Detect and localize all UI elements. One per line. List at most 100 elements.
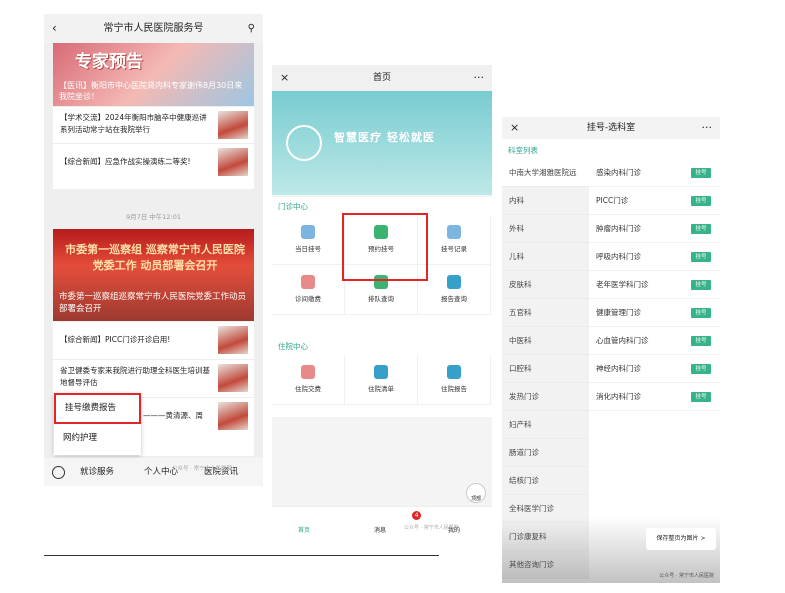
menu-item-online-nursing[interactable]: 网约护理 [63,431,97,443]
close-icon[interactable]: × [510,117,519,139]
tab-home[interactable]: 首页 [298,525,310,534]
list-item-text: 【学术交流】2024年衡阳市脑卒中健康巡讲系列活动常宁站在我院举行 [60,113,207,134]
inpatient-section: 住院中心 住院交费 住院清单 住院报告 [272,337,492,417]
department-item[interactable]: 口腔科 [502,355,589,383]
more-icon[interactable]: ··· [474,65,485,91]
tab-messages[interactable]: 消息 [374,525,386,534]
register-tag[interactable]: 挂号 [691,308,711,318]
save-as-image-button[interactable]: 保存整页为图片 > [646,528,716,550]
clinic-item[interactable]: 神经内科门诊 挂号 [589,355,720,383]
clinic-name: 健康管理门诊 [596,308,641,317]
register-tag[interactable]: 挂号 [691,336,711,346]
clinic-name: 老年医学科门诊 [596,280,649,289]
button-label: 住院交费 [295,385,321,393]
user-icon[interactable]: ⚲ [248,14,255,43]
submenu-popup: 挂号缴费报告 网约护理 [54,393,141,455]
clinic-name: 感染内科门诊 [596,168,641,177]
heart-icon [286,125,322,161]
department-item[interactable]: 发热门诊 [502,383,589,411]
list-item-text: 【综合新闻】应急作战实操演练二等奖! [60,157,191,166]
clinic-name: 肿瘤内科门诊 [596,224,641,233]
department-item[interactable]: 外科 [502,215,589,243]
menu-service[interactable]: 就诊服务 [80,458,114,486]
record-icon [447,225,461,239]
banner-headline: 市委第一巡察组 巡察常宁市人民医院党委工作 动员部署会召开 [65,243,245,272]
department-item[interactable]: 中医科 [502,327,589,355]
department-item[interactable]: 结核门诊 [502,467,589,495]
watermark: 公众号 · 常宁市人民医院 [172,466,233,472]
highlight-box [342,213,428,281]
menu-item-registration-payment-report[interactable]: 挂号缴费报告 [54,393,141,424]
banner-title: 专家预告 [75,52,143,72]
department-item[interactable]: 内科 [502,187,589,215]
panel-select-department: × 挂号-选科室 ··· 科室列表 中南大学湘雅医院远 内科 外科 儿科 皮肤科 五官科中… [502,117,720,583]
back-to-top-button[interactable]: 顶部 [466,483,486,503]
message-badge: 4 [412,511,421,520]
thumbnail [218,402,248,430]
clinic-item[interactable]: 肿瘤内科门诊 挂号 [589,215,720,243]
department-item[interactable]: 肠道门诊 [502,439,589,467]
clinic-item[interactable]: PICC门诊 挂号 [589,187,720,215]
divider-line [44,555,439,556]
watermark: 公众号 · 常宁市人民医院 [404,525,459,531]
register-record-button[interactable]: 挂号记录 [418,215,491,265]
bottom-menu: 就诊服务 个人中心 医院资讯 公众号 · 常宁市人民医院 [44,458,263,486]
page-title: 挂号-选科室 [586,123,636,133]
clinic-item[interactable]: 心血管内科门诊 挂号 [589,327,720,355]
banner-image[interactable]: 市委第一巡察组 巡察常宁市人民医院党委工作 动员部署会召开 市委第一巡察组巡察常… [53,229,254,321]
register-tag[interactable]: 挂号 [691,280,711,290]
button-label: 住院清单 [368,385,394,393]
department-item[interactable]: 皮肤科 [502,271,589,299]
inpatient-pay-button[interactable]: 住院交费 [272,355,345,405]
clinic-item[interactable]: 老年医学科门诊 挂号 [589,271,720,299]
register-tag[interactable]: 挂号 [691,392,711,402]
thumbnail [218,148,248,176]
more-icon[interactable]: ··· [702,117,713,139]
department-item[interactable]: 儿科 [502,243,589,271]
list-item-text: ———黄清源、周 [143,411,203,420]
tab-bar: 首页 消息 4 我的 公众号 · 常宁市人民医院 [272,506,492,536]
inpatient-report-button[interactable]: 住院报告 [418,355,491,405]
list-item-text: 省卫健委专家来我院进行助理全科医生培训基地督导评估 [60,366,210,387]
button-label: 诊间缴费 [295,295,321,303]
clinic-name: 消化内科门诊 [596,392,641,401]
register-tag[interactable]: 挂号 [691,224,711,234]
list-item-text: 【综合新闻】PICC门诊开诊启用! [60,335,171,344]
close-icon[interactable]: × [280,65,289,91]
department-item[interactable]: 妇产科 [502,411,589,439]
nav-bar: × 首页 ··· [272,65,492,91]
banner-caption: 【医讯】衡阳市中心医院肾内科专家谢伟8月30日来我院坐诊！ [59,81,243,101]
register-tag[interactable]: 挂号 [691,196,711,206]
register-tag[interactable]: 挂号 [691,364,711,374]
page-title: 常宁市人民医院服务号 [103,23,204,34]
section-title: 科室列表 [508,146,538,155]
button-label: 住院报告 [441,385,467,393]
keyboard-icon[interactable] [52,466,65,479]
inpatient-grid: 住院交费 住院清单 住院报告 [272,355,492,405]
clinic-item[interactable]: 感染内科门诊 挂号 [589,159,720,187]
home-icon [301,365,315,379]
clinic-payment-button[interactable]: 诊间缴费 [272,265,345,315]
list-item[interactable]: 【学术交流】2024年衡阳市脑卒中健康巡讲系列活动常宁站在我院举行 [53,106,254,142]
clinic-name: 心血管内科门诊 [596,336,649,345]
department-item[interactable]: 中南大学湘雅医院远 [502,159,589,187]
today-register-button[interactable]: 当日挂号 [272,215,345,265]
button-label: 当日挂号 [295,245,321,253]
panel-service-account: ‹ 常宁市人民医院服务号 ⚲ 专家预告 【医讯】衡阳市中心医院肾内科专家谢伟8月… [44,14,263,486]
clinic-item[interactable]: 呼吸内科门诊 挂号 [589,243,720,271]
register-tag[interactable]: 挂号 [691,168,711,178]
nav-bar: ‹ 常宁市人民医院服务号 ⚲ [44,14,263,43]
list-item[interactable]: 【综合新闻】应急作战实操演练二等奖! [53,143,254,179]
register-tag[interactable]: 挂号 [691,252,711,262]
department-item[interactable]: 五官科 [502,299,589,327]
inpatient-list-button[interactable]: 住院清单 [345,355,418,405]
report-query-button[interactable]: 报告查询 [418,265,491,315]
back-icon[interactable]: ‹ [52,14,57,43]
wallet-icon [301,275,315,289]
clinic-item[interactable]: 消化内科门诊 挂号 [589,383,720,411]
list-item[interactable]: 【综合新闻】PICC门诊开诊启用! [53,321,254,357]
banner-image[interactable]: 专家预告 【医讯】衡阳市中心医院肾内科专家谢伟8月30日来我院坐诊！ [53,43,254,106]
clinic-item[interactable]: 健康管理门诊 挂号 [589,299,720,327]
list-item[interactable]: 省卫健委专家来我院进行助理全科医生培训基地督导评估 [53,359,254,395]
clinic-name: 神经内科门诊 [596,364,641,373]
